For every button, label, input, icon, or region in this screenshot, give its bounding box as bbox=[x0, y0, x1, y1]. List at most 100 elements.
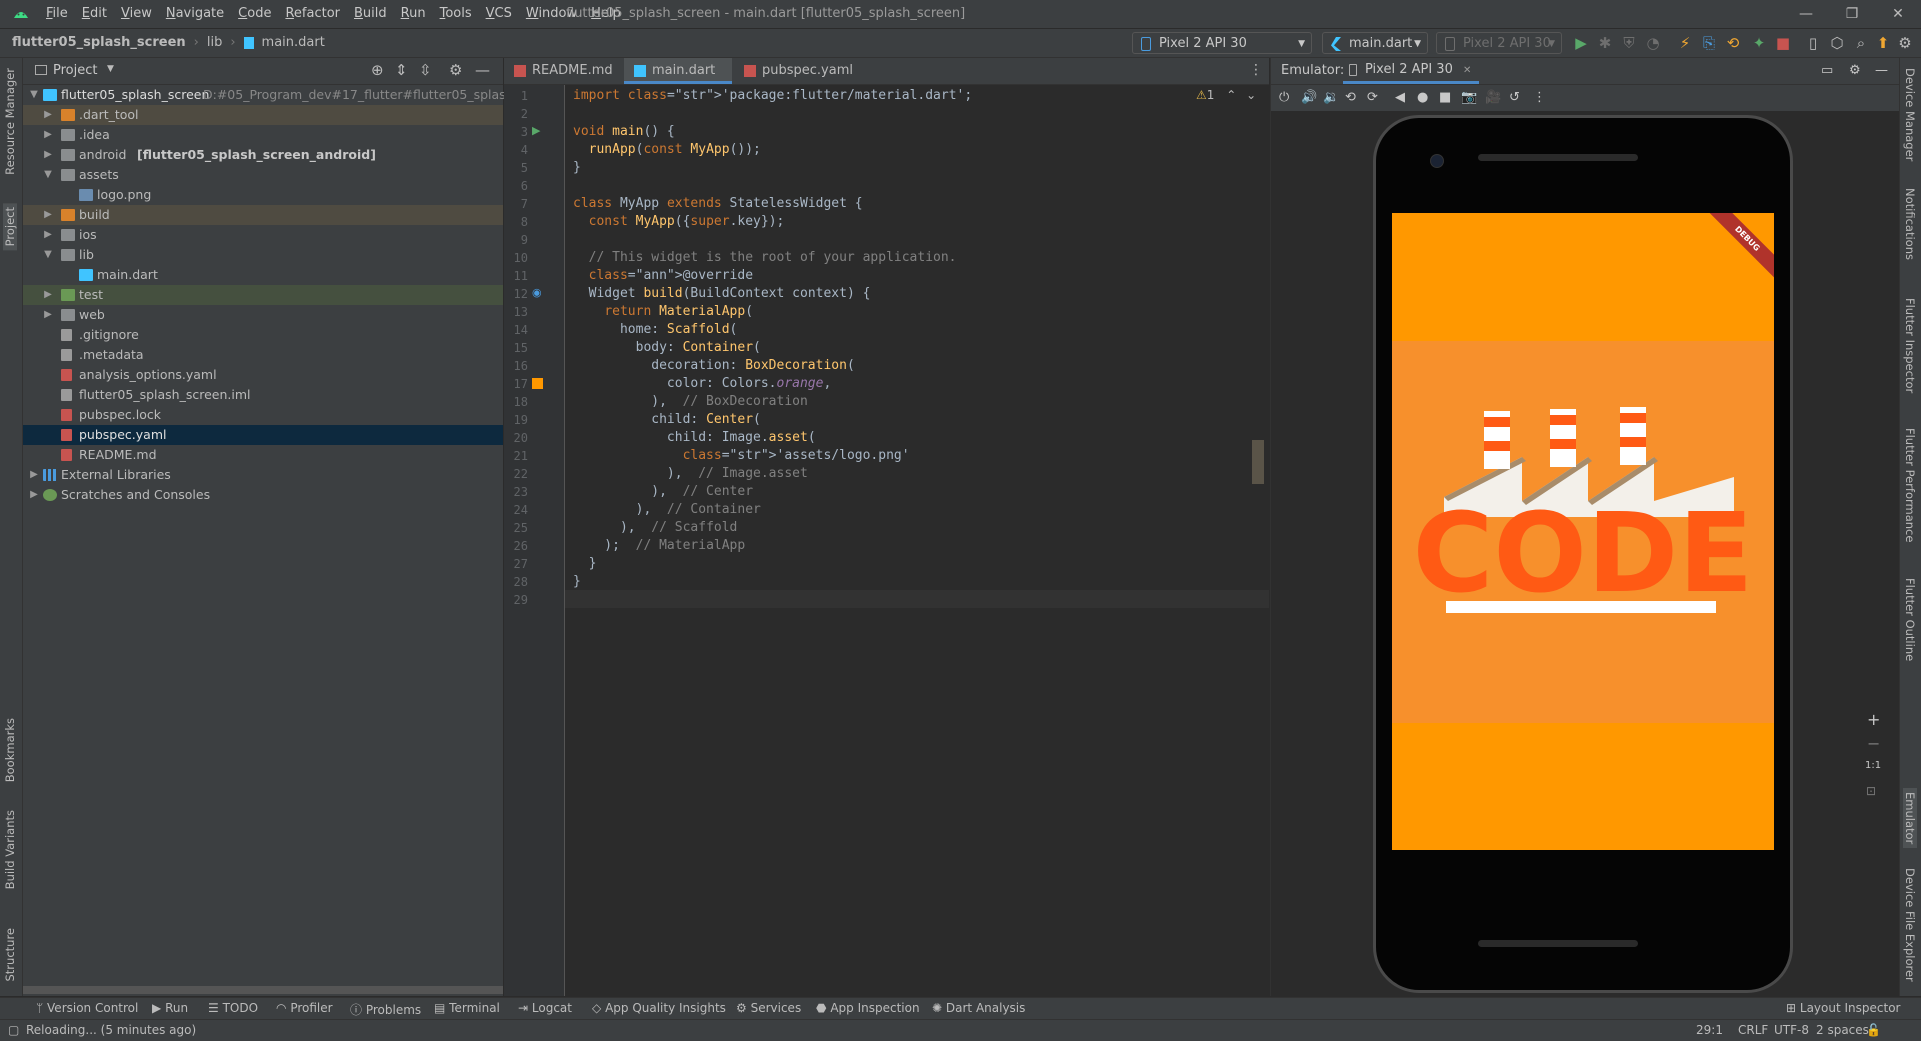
menu-tools[interactable]: Tools bbox=[440, 6, 472, 21]
tree-item-web[interactable]: ▶ web bbox=[23, 305, 503, 325]
hide-icon[interactable]: — bbox=[475, 61, 490, 79]
tree-root[interactable]: ▼ flutter05_splash_screen D:#05_Program_… bbox=[23, 85, 553, 105]
menu-code[interactable]: Code bbox=[238, 6, 271, 21]
tree-item-assets[interactable]: ▼ assets bbox=[23, 165, 503, 185]
more-tabs-icon[interactable]: ⋮ bbox=[1249, 62, 1263, 78]
tree-item-lib[interactable]: ▼ lib bbox=[23, 245, 503, 265]
tree-item-test[interactable]: ▶ test bbox=[23, 285, 503, 305]
status-message[interactable]: Reloading... (5 minutes ago) bbox=[26, 1023, 196, 1037]
tree-item-build[interactable]: ▶ build bbox=[23, 205, 503, 225]
zoom-fit-icon[interactable]: ⊡ bbox=[1866, 784, 1876, 798]
override-gutter-icon[interactable]: ◉ bbox=[532, 286, 542, 299]
code-editor[interactable]: import class="str">'package:flutter/mate… bbox=[565, 85, 1269, 996]
tree-item-android[interactable]: ▶ android [flutter05_splash_screen_andro… bbox=[23, 145, 503, 165]
tool-version-control[interactable]: ᛘ Version Control bbox=[36, 1001, 138, 1015]
line-separator[interactable]: CRLF bbox=[1738, 1023, 1768, 1037]
sdk-manager-icon[interactable]: ⬡ bbox=[1828, 34, 1846, 52]
menu-edit[interactable]: Edit bbox=[82, 6, 107, 21]
expand-all-icon[interactable]: ⇕ bbox=[395, 61, 408, 79]
hot-restart-icon[interactable]: ⟲ bbox=[1724, 34, 1742, 52]
zoom-actual-size[interactable]: 1:1 bbox=[1865, 760, 1881, 771]
tab-emulator[interactable]: Emulator bbox=[1903, 788, 1917, 849]
device-screen[interactable]: CODE DEBUG bbox=[1392, 213, 1774, 850]
restore-icon[interactable]: ❐ bbox=[1829, 0, 1875, 28]
tool-profiler[interactable]: ◠ Profiler bbox=[276, 1001, 333, 1015]
run-icon[interactable]: ▶ bbox=[1572, 34, 1590, 52]
tab-emulator-device[interactable]: Pixel 2 API 30 ✕ bbox=[1343, 58, 1480, 84]
tab-resource-manager[interactable]: Resource Manager bbox=[3, 68, 17, 175]
locate-icon[interactable]: ⊕ bbox=[371, 61, 384, 79]
tab-pubspec-yaml[interactable]: pubspec.yaml bbox=[734, 58, 858, 84]
tab-device-file-explorer[interactable]: Device File Explorer bbox=[1903, 868, 1917, 982]
tool-dart-analysis[interactable]: ✺ Dart Analysis bbox=[932, 1001, 1025, 1015]
close-icon[interactable]: ✕ bbox=[1875, 0, 1921, 28]
update-icon[interactable]: ⬆ bbox=[1874, 34, 1892, 52]
rotate-left-icon[interactable]: ⟲ bbox=[1345, 90, 1356, 105]
settings-icon[interactable]: ⚙ bbox=[1896, 34, 1914, 52]
tab-flutter-inspector[interactable]: Flutter Inspector bbox=[1903, 298, 1917, 393]
tree-item-logo-png[interactable]: logo.png bbox=[23, 185, 503, 205]
caret-position[interactable]: 29:1 bbox=[1696, 1023, 1723, 1037]
tool-services[interactable]: ⚙ Services bbox=[736, 1001, 801, 1015]
tab-flutter-outline[interactable]: Flutter Outline bbox=[1903, 578, 1917, 661]
code-line[interactable]: } bbox=[573, 157, 581, 179]
zoom-in-icon[interactable]: + bbox=[1867, 710, 1880, 729]
minimize-icon[interactable]: — bbox=[1783, 0, 1829, 28]
tab-device-manager[interactable]: Device Manager bbox=[1903, 68, 1917, 161]
tree-item-ios[interactable]: ▶ ios bbox=[23, 225, 503, 245]
menu-view[interactable]: View bbox=[121, 6, 152, 21]
rotate-right-icon[interactable]: ⟳ bbox=[1367, 90, 1378, 105]
chevron-down-icon[interactable]: ⌄ bbox=[1246, 88, 1256, 102]
target-device-selector[interactable]: Pixel 2 API 30 ▼ bbox=[1436, 32, 1562, 54]
tab-structure[interactable]: Structure bbox=[3, 928, 17, 982]
tree-item-idea[interactable]: ▶ .idea bbox=[23, 125, 503, 145]
tree-item-readme[interactable]: README.md bbox=[23, 445, 503, 465]
code-line[interactable]: ); // MaterialApp bbox=[573, 535, 745, 557]
attach-debugger-icon[interactable]: ✦ bbox=[1750, 34, 1768, 52]
menu-build[interactable]: Build bbox=[354, 6, 387, 21]
coverage-icon[interactable]: ⛨ bbox=[1620, 34, 1638, 52]
color-swatch-icon[interactable] bbox=[532, 378, 543, 389]
gear-icon[interactable]: ⚙ bbox=[1849, 63, 1861, 78]
home-icon[interactable]: ● bbox=[1417, 90, 1428, 105]
tool-problems[interactable]: ⓘ Problems bbox=[350, 1001, 421, 1018]
code-line[interactable]: } bbox=[573, 571, 581, 593]
hot-reload-icon[interactable]: ⚡ bbox=[1676, 34, 1694, 52]
tool-terminal[interactable]: ▤ Terminal bbox=[434, 1001, 500, 1015]
zoom-out-icon[interactable]: − bbox=[1867, 734, 1880, 753]
stop-icon[interactable]: ■ bbox=[1774, 34, 1792, 52]
search-icon[interactable]: ⌕ bbox=[1852, 34, 1870, 52]
menu-file[interactable]: File bbox=[46, 6, 68, 21]
chevron-up-icon[interactable]: ⌃ bbox=[1226, 88, 1236, 102]
tab-readme[interactable]: README.md bbox=[504, 58, 622, 84]
file-encoding[interactable]: UTF-8 bbox=[1774, 1023, 1809, 1037]
project-view-selector[interactable]: Project bbox=[53, 63, 97, 78]
inspection-widget[interactable]: ⚠1 ⌃ ⌄ bbox=[1196, 88, 1256, 102]
menu-run[interactable]: Run bbox=[401, 6, 426, 21]
snapshot-icon[interactable]: ↺ bbox=[1509, 90, 1520, 105]
hide-icon[interactable]: — bbox=[1875, 63, 1888, 78]
lock-icon[interactable]: 🔓 bbox=[1866, 1023, 1881, 1037]
breadcrumb-folder[interactable]: lib bbox=[207, 35, 222, 50]
power-icon[interactable]: ⏻ bbox=[1279, 90, 1289, 105]
breadcrumb-project[interactable]: flutter05_splash_screen bbox=[12, 35, 186, 50]
run-config-selector[interactable]: main.dart ▼ bbox=[1322, 32, 1428, 54]
tab-notifications[interactable]: Notifications bbox=[1903, 188, 1917, 260]
editor-scrollbar-thumb[interactable] bbox=[1252, 440, 1264, 484]
tree-item-pubspec-yaml[interactable]: pubspec.yaml bbox=[23, 425, 503, 445]
menu-vcs[interactable]: VCS bbox=[486, 6, 512, 21]
tab-flutter-performance[interactable]: Flutter Performance bbox=[1903, 428, 1917, 542]
tree-item-dart-tool[interactable]: ▶ .dart_tool bbox=[23, 105, 503, 125]
tab-main-dart[interactable]: main.dart ✕ bbox=[624, 58, 732, 103]
menu-navigate[interactable]: Navigate bbox=[166, 6, 224, 21]
tool-layout-inspector[interactable]: ⊞ Layout Inspector bbox=[1786, 1001, 1900, 1015]
menu-refactor[interactable]: Refactor bbox=[285, 6, 340, 21]
code-line[interactable]: runApp(const MyApp()); bbox=[573, 139, 761, 161]
tree-item-gitignore[interactable]: .gitignore bbox=[23, 325, 503, 345]
tree-item-metadata[interactable]: .metadata bbox=[23, 345, 503, 365]
tree-item-analysis-options[interactable]: analysis_options.yaml bbox=[23, 365, 503, 385]
tab-bookmarks[interactable]: Bookmarks bbox=[3, 718, 17, 782]
tool-logcat[interactable]: ⇥ Logcat bbox=[518, 1001, 572, 1015]
tool-run[interactable]: ▶ Run bbox=[152, 1001, 188, 1015]
tool-app-inspection[interactable]: ⬣ App Inspection bbox=[816, 1001, 920, 1015]
